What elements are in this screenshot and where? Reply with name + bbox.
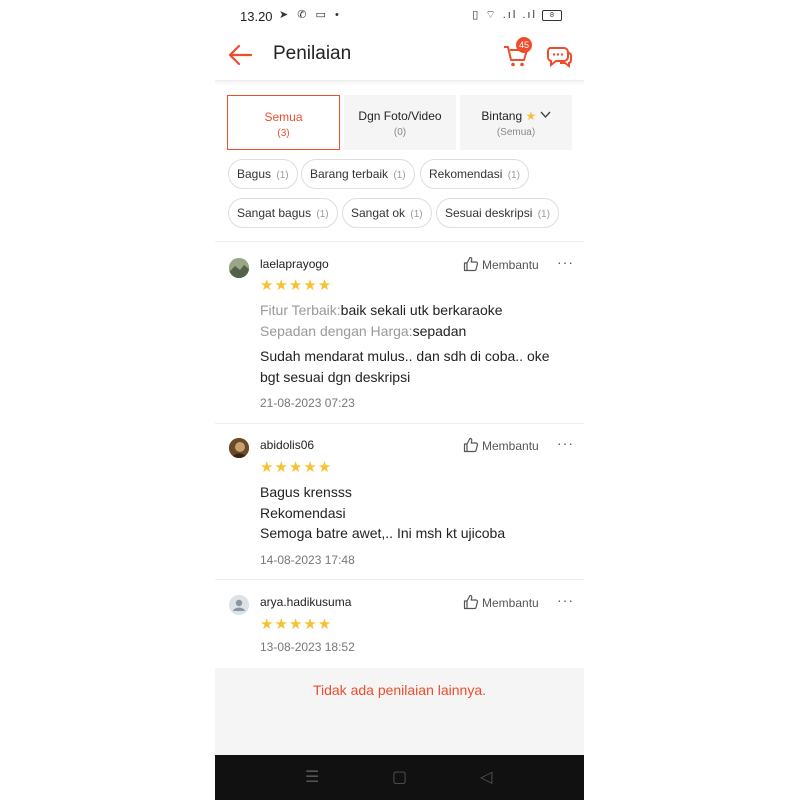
app-header: Penilaian 45 xyxy=(215,32,584,81)
review-text-line: Rekomendasi xyxy=(260,505,346,521)
chip-sesuai-deskripsi[interactable]: Sesuai deskripsi (1) xyxy=(436,198,559,228)
chevron-down-icon xyxy=(540,111,551,119)
star-rating: ★★★★★ xyxy=(260,277,333,294)
helpful-button[interactable]: Membantu xyxy=(463,437,539,453)
menu-icon[interactable]: ☰ xyxy=(305,767,319,787)
tab-bintang[interactable]: Bintang ★ (Semua) xyxy=(460,95,572,150)
star-rating: ★★★★★ xyxy=(260,459,333,476)
tab-count: (0) xyxy=(393,127,407,138)
tab-foto-video[interactable]: Dgn Foto/Video (0) xyxy=(344,95,456,150)
helpful-button[interactable]: Membantu xyxy=(463,594,539,610)
review-item: abidolis06 Membantu ··· ★★★★★ Bagus kren… xyxy=(215,424,584,579)
review-date: 13-08-2023 18:52 xyxy=(260,640,355,654)
battery-icon: 8 xyxy=(542,9,562,21)
signal-icons: ▯ ⌔ .ıl .ıl xyxy=(472,9,537,21)
tab-semua[interactable]: Semua (3) xyxy=(227,95,340,150)
chip-barang-terbaik[interactable]: Barang terbaik (1) xyxy=(301,159,415,189)
end-of-list: Tidak ada penilaian lainnya. xyxy=(215,668,584,755)
thumb-up-icon xyxy=(463,594,479,610)
back-icon[interactable]: ◁ xyxy=(480,767,492,787)
review-item: arya.hadikusuma Membantu ··· ★★★★★ 13-08… xyxy=(215,580,584,668)
chat-icon[interactable] xyxy=(545,42,573,70)
tab-label: Dgn Foto/Video xyxy=(358,109,442,123)
helpful-button[interactable]: Membantu xyxy=(463,256,539,272)
cart-count-badge: 45 xyxy=(516,37,532,53)
chip-sangat-bagus[interactable]: Sangat bagus (1) xyxy=(228,198,338,228)
thumb-up-icon xyxy=(463,256,479,272)
tab-count: (Semua) xyxy=(496,127,536,138)
tab-label: Semua xyxy=(264,110,303,124)
back-arrow-icon[interactable] xyxy=(227,41,255,69)
system-status-icons: ▯ ⌔ .ıl .ıl 8 xyxy=(472,8,562,22)
review-text-line: Semoga batre awet,.. Ini msh kt ujicoba xyxy=(260,525,506,541)
review-username[interactable]: laelaprayogo xyxy=(260,257,329,271)
star-rating: ★★★★★ xyxy=(260,616,333,633)
review-username[interactable]: abidolis06 xyxy=(260,438,314,452)
avatar[interactable] xyxy=(229,438,249,458)
review-text-line: bgt sesuai dgn deskripsi xyxy=(260,369,411,385)
review-attribute: Fitur Terbaik:baik sekali utk berkaraoke xyxy=(260,302,503,318)
star-icon: ★ xyxy=(525,109,537,123)
review-date: 14-08-2023 17:48 xyxy=(260,553,355,567)
phone-screen: 13.20 ➤ ✆ ▭ • ▯ ⌔ .ıl .ıl 8 Penilaian 45… xyxy=(215,0,584,800)
home-icon[interactable]: ▢ xyxy=(392,767,407,787)
review-text-line: Sudah mendarat mulus.. dan sdh di coba..… xyxy=(260,348,550,364)
tab-count: (3) xyxy=(277,128,290,139)
no-more-reviews-text: Tidak ada penilaian lainnya. xyxy=(312,682,487,698)
more-options-icon[interactable]: ··· xyxy=(557,254,574,270)
chip-bagus[interactable]: Bagus (1) xyxy=(228,159,298,189)
system-navigation-bar: ☰ ▢ ◁ xyxy=(215,755,584,800)
review-item: laelaprayogo Membantu ··· ★★★★★ Fitur Te… xyxy=(215,242,584,423)
avatar[interactable] xyxy=(229,258,249,278)
review-username[interactable]: arya.hadikusuma xyxy=(260,595,351,609)
review-date: 21-08-2023 07:23 xyxy=(260,396,355,410)
thumb-up-icon xyxy=(463,437,479,453)
more-options-icon[interactable]: ··· xyxy=(557,592,574,608)
chip-rekomendasi[interactable]: Rekomendasi (1) xyxy=(420,159,529,189)
status-bar: 13.20 ➤ ✆ ▭ • ▯ ⌔ .ıl .ıl 8 xyxy=(215,0,584,32)
tab-label: Bintang ★ xyxy=(460,109,572,123)
chip-sangat-ok[interactable]: Sangat ok (1) xyxy=(342,198,432,228)
review-text-line: Bagus krensss xyxy=(260,484,352,500)
avatar[interactable] xyxy=(229,595,249,615)
status-time: 13.20 xyxy=(240,9,273,24)
filter-tabs: Semua (3) Dgn Foto/Video (0) Bintang ★ (… xyxy=(227,95,572,151)
page-title: Penilaian xyxy=(273,43,352,64)
review-attribute: Sepadan dengan Harga:sepadan xyxy=(260,323,467,339)
notification-icons: ➤ ✆ ▭ • xyxy=(279,9,342,21)
more-options-icon[interactable]: ··· xyxy=(557,435,574,451)
